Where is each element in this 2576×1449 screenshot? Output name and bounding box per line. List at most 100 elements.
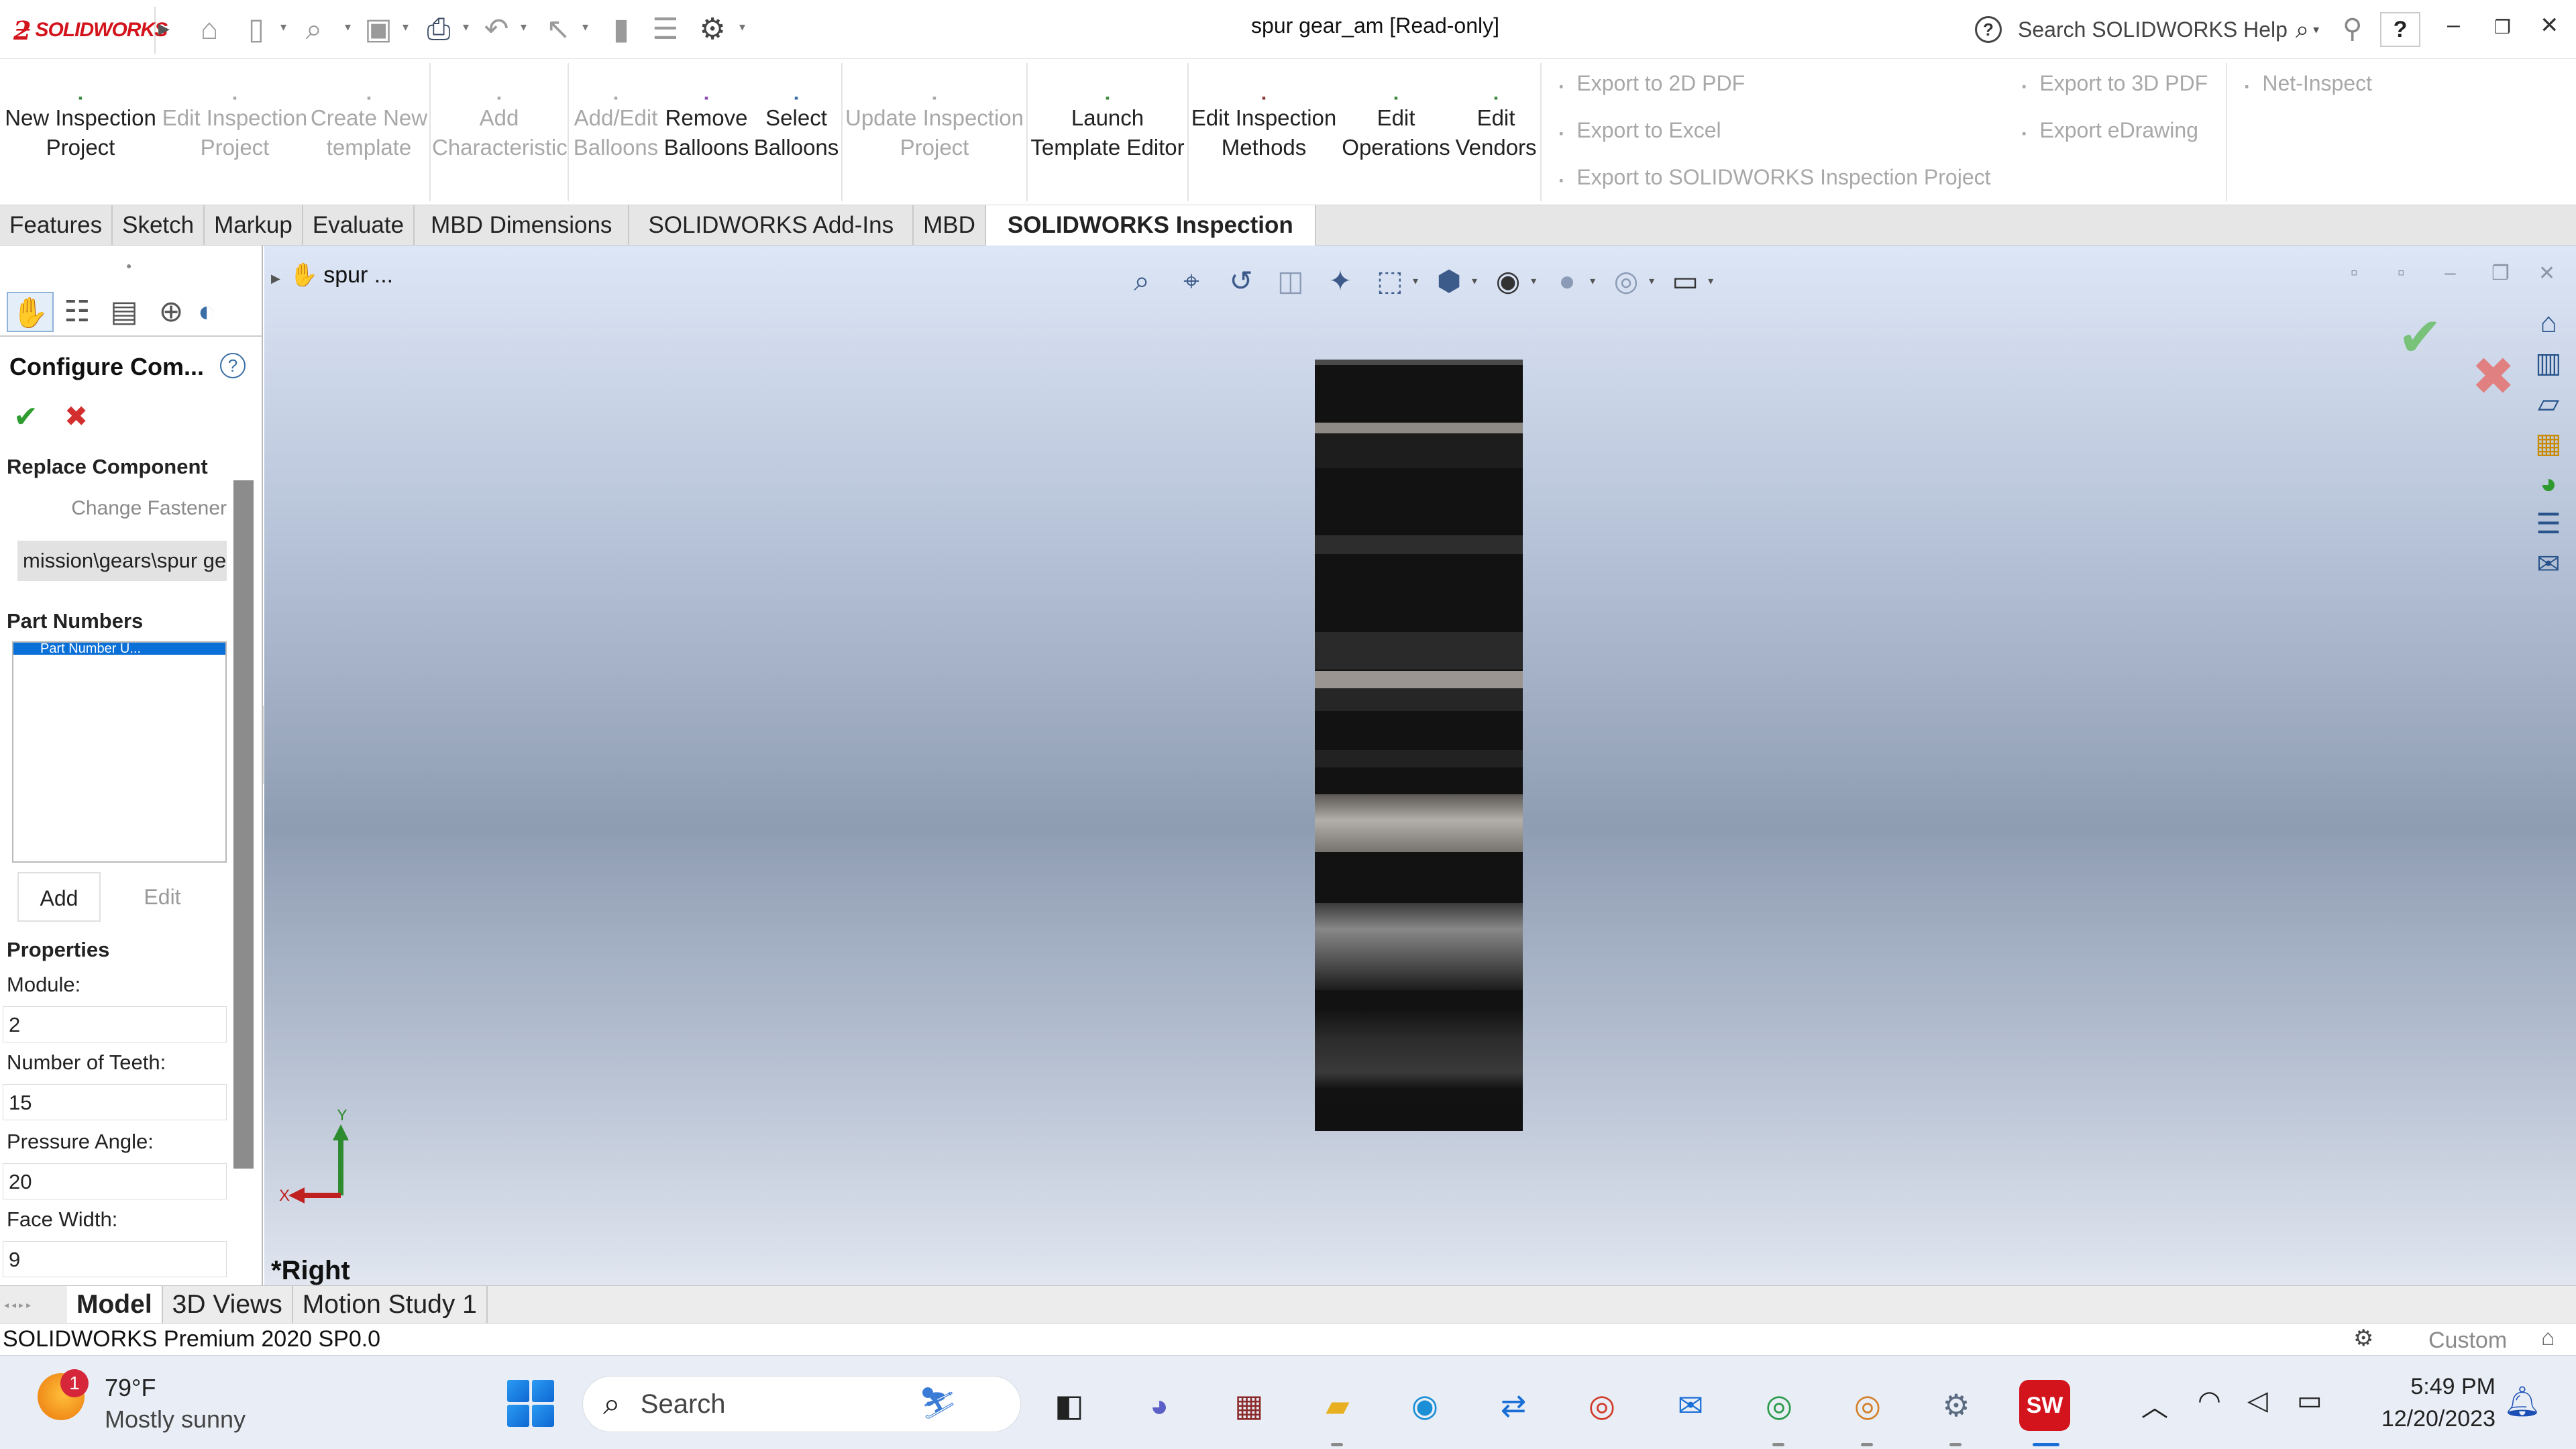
help-search[interactable]: ? Search SOLIDWORKS Help ⌕ ▾ (1975, 9, 2330, 50)
new-document-icon[interactable]: ▯ (237, 11, 275, 48)
hide-show-items-icon[interactable]: ◉ (1489, 262, 1527, 300)
tab-mbd-dimensions[interactable]: MBD Dimensions (415, 205, 630, 246)
notification-bell-icon[interactable]: 🔔︎ (2504, 1384, 2541, 1419)
tab-mbd[interactable]: MBD (914, 205, 986, 246)
undo-dropdown-icon[interactable]: ▾ (521, 20, 527, 34)
save-icon[interactable]: ▣ (360, 11, 397, 48)
task-view-icon[interactable]: ◧ (1044, 1380, 1095, 1431)
tab-sketch[interactable]: Sketch (113, 205, 205, 246)
export-edrawing-button[interactable]: ▪ Export eDrawing (2022, 118, 2198, 143)
winrar-icon[interactable]: ▦ (1224, 1380, 1275, 1431)
remove-balloons-button[interactable]: ▪ Remove Balloons (661, 83, 751, 162)
dimxpert-tab-icon[interactable]: ⊕ (148, 292, 195, 332)
create-new-template-button[interactable]: ▪ Create New template (309, 83, 429, 162)
taskbar-search-input[interactable]: Search (641, 1389, 726, 1419)
net-inspect-button[interactable]: ▪ Net-Inspect (2245, 71, 2372, 96)
edit-part-number-button[interactable]: Edit (121, 872, 204, 922)
export-3d-pdf-button[interactable]: ▪ Export to 3D PDF (2022, 71, 2208, 96)
configuration-manager-tab-icon[interactable]: ▤ (101, 292, 148, 332)
windows-start-icon[interactable] (507, 1380, 554, 1427)
panel-grip-icon[interactable]: ● (126, 260, 131, 271)
viewport-minimize-icon[interactable]: – (2445, 262, 2456, 284)
file-explorer-icon[interactable]: ▰ (1312, 1380, 1363, 1431)
select-dropdown-icon[interactable]: ▾ (582, 20, 588, 34)
scene-dropdown-icon[interactable]: ▾ (1649, 274, 1654, 288)
options-dropdown-icon[interactable]: ▾ (739, 20, 745, 34)
new-dropdown-icon[interactable]: ▾ (280, 20, 286, 34)
appearance-dropdown-icon[interactable]: ▾ (1590, 274, 1595, 288)
tab-3d-views[interactable]: 3D Views (163, 1286, 293, 1324)
tab-model[interactable]: Model (67, 1286, 163, 1324)
select-balloons-button[interactable]: ▪ Select Balloons (751, 83, 841, 162)
tag-icon[interactable]: ⌂ (2541, 1325, 2555, 1351)
list-item[interactable]: Part Number U... (13, 643, 225, 655)
update-inspection-project-button[interactable]: ▪ Update Inspection Project (844, 83, 1025, 162)
new-inspection-project-button[interactable]: ▪ New Inspection Project (0, 83, 161, 162)
design-library-icon[interactable]: ▥ (2529, 343, 2568, 382)
panel-scrollbar[interactable] (233, 480, 254, 1169)
previous-view-icon[interactable]: ↺ (1222, 262, 1260, 300)
confirm-ok-icon[interactable]: ✔ (2398, 306, 2443, 368)
tab-evaluate[interactable]: Evaluate (303, 205, 415, 246)
tab-motion-study-1[interactable]: Motion Study 1 (293, 1286, 488, 1324)
chrome-profile-a-icon[interactable]: ◎ (1842, 1380, 1893, 1431)
dynamic-annotation-views-icon[interactable]: ✦ (1322, 262, 1359, 300)
search-icon[interactable]: ⌕ (2296, 15, 2309, 44)
edit-vendors-button[interactable]: ▪ Edit Vendors (1453, 83, 1539, 162)
edit-appearance-icon[interactable]: ● (1548, 262, 1586, 300)
solidworks-taskbar-icon[interactable]: SW (2019, 1380, 2070, 1431)
appearances-icon[interactable]: ◕ (2529, 464, 2568, 503)
unit-system-selector[interactable]: Custom (2428, 1328, 2507, 1354)
select-pointer-icon[interactable]: ↖ (539, 11, 577, 48)
help-button[interactable]: ? (2380, 12, 2420, 47)
viewport-close-icon[interactable]: ✕ (2538, 262, 2555, 285)
add-characteristic-button[interactable]: ▪ Add Characteristic (432, 83, 568, 162)
teamviewer-icon[interactable]: ⇄ (1488, 1380, 1539, 1431)
view-orientation-dropdown-icon[interactable]: ▾ (1413, 274, 1418, 288)
save-dropdown-icon[interactable]: ▾ (402, 20, 409, 34)
chrome-profile-s-icon[interactable]: ◎ (1754, 1380, 1805, 1431)
custom-properties-icon[interactable]: ☰ (2529, 504, 2568, 543)
print-icon[interactable]: ⎙ (420, 11, 458, 48)
help-search-input[interactable]: Search SOLIDWORKS Help (2018, 17, 2288, 42)
open-dropdown-icon[interactable]: ▾ (345, 20, 351, 34)
weather-widget[interactable]: 1 79°F Mostly sunny (38, 1369, 246, 1436)
section-view-icon[interactable]: ◫ (1272, 262, 1309, 300)
teams-chat-icon[interactable]: ◕ (1134, 1380, 1185, 1431)
edit-inspection-methods-button[interactable]: ▪ Edit Inspection Methods (1189, 83, 1339, 162)
part-numbers-list[interactable]: Part Number U... (12, 641, 227, 863)
system-clock[interactable]: 5:49 PM 12/20/2023 (2361, 1371, 2496, 1435)
confirm-cancel-icon[interactable]: ✖ (2471, 346, 2515, 407)
restore-icon[interactable]: ❐ (2494, 16, 2511, 38)
menu-expand-icon[interactable]: ▶ (158, 20, 170, 38)
panel-help-icon[interactable]: ? (220, 353, 246, 378)
edit-operations-button[interactable]: ▪ Edit Operations (1339, 83, 1453, 162)
viewport-cascade-icon[interactable]: ▫ (2398, 262, 2405, 284)
tab-scroll-arrows-icon[interactable]: ◂◂▸▸ (0, 1286, 67, 1324)
module-field[interactable]: 2 (3, 1006, 227, 1042)
volume-icon[interactable]: ◁ (2247, 1385, 2268, 1416)
cancel-x-button[interactable]: ✖ (64, 400, 88, 433)
add-edit-balloons-button[interactable]: ▪ Add/Edit Balloons (570, 83, 661, 162)
property-manager-tab-icon[interactable]: ☷ (54, 292, 101, 332)
viewport-tile-icon[interactable]: ▫ (2351, 262, 2358, 284)
number-of-teeth-field[interactable]: 15 (3, 1084, 227, 1120)
view-palette-icon[interactable]: ▦ (2529, 424, 2568, 463)
home-icon[interactable]: ⌂ (191, 11, 228, 48)
pressure-angle-field[interactable]: 20 (3, 1163, 227, 1199)
export-sw-inspection-project-button[interactable]: ▪ Export to SOLIDWORKS Inspection Project (1559, 165, 1991, 190)
spur-gear-model[interactable] (1315, 360, 1523, 1131)
export-excel-button[interactable]: ▪ Export to Excel (1559, 118, 1721, 143)
tab-features[interactable]: Features (0, 205, 113, 246)
rebuild-icon[interactable]: ▮ (602, 11, 640, 48)
display-manager-tab-icon[interactable]: ◐ (195, 292, 219, 332)
tab-markup[interactable]: Markup (205, 205, 303, 246)
add-part-number-button[interactable]: Add (17, 872, 101, 922)
file-explorer-icon[interactable]: ▱ (2529, 384, 2568, 423)
solidworks-resources-icon[interactable]: ⌂ (2529, 303, 2568, 342)
search-dropdown-icon[interactable]: ▾ (2313, 23, 2319, 37)
minimize-icon[interactable]: – (2447, 12, 2460, 38)
apply-scene-icon[interactable]: ◎ (1607, 262, 1645, 300)
feature-tree-flyout[interactable]: ▶ ✋ spur ... (271, 262, 393, 288)
hide-show-dropdown-icon[interactable]: ▾ (1531, 274, 1536, 288)
